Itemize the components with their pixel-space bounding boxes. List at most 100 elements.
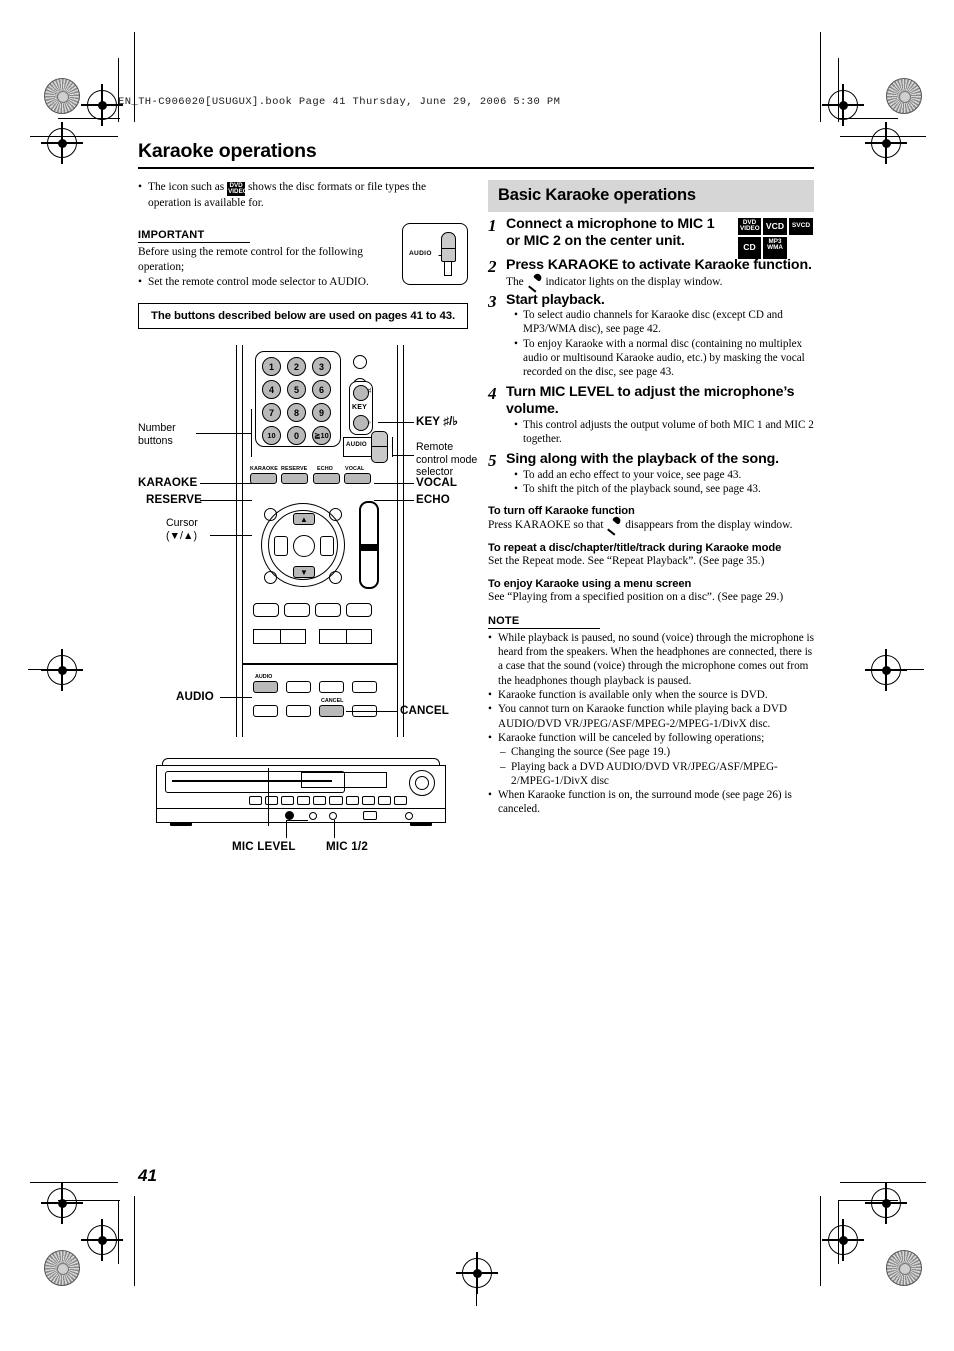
mic-2-jack[interactable] — [329, 812, 337, 821]
crop-mark-bottom-center-v — [476, 1286, 478, 1306]
number-button-8[interactable]: 8 — [287, 403, 306, 423]
wide-button-right[interactable] — [319, 629, 372, 645]
dvd-video-inline-line2: VIDEO — [228, 188, 248, 195]
number-button-3[interactable]: 3 — [312, 357, 331, 377]
callout-remote-mode-selector: Remote control mode selector — [416, 441, 477, 479]
number-button-over-10[interactable]: ≧10 — [312, 426, 331, 446]
important-block: IMPORTANT Before using the remote contro… — [138, 223, 468, 289]
callout-audio-button: AUDIO — [176, 690, 214, 704]
note-item-1: • While playback is paused, no sound (voi… — [488, 631, 814, 688]
audio-selector-label: AUDIO — [409, 250, 432, 258]
echo-button[interactable] — [313, 473, 340, 485]
bottom-button-2d[interactable] — [352, 705, 377, 718]
mic-head — [532, 272, 543, 282]
registration-mark-bottom-left-2 — [41, 1182, 83, 1224]
front-panel-button[interactable] — [361, 796, 375, 806]
wide-button-left[interactable] — [253, 629, 306, 645]
number-button-4[interactable]: 4 — [262, 380, 281, 400]
step-2-note: The indicator lights on the display wind… — [506, 272, 814, 293]
mp3-line2: WMA — [767, 244, 783, 252]
step-4-bullets: • This control adjusts the output volume … — [506, 418, 814, 446]
headphone-jack[interactable] — [405, 812, 413, 821]
note-item-5: • When Karaoke function is on, the surrou… — [488, 788, 814, 817]
mp3-wma-icon: MP3 WMA — [763, 236, 787, 259]
cd-icon: CD — [738, 236, 761, 259]
number-buttons-group: 1 2 3 4 5 6 7 8 9 10 0 ≧10 — [255, 351, 341, 448]
callout-number-buttons-line1: Number — [138, 422, 176, 435]
display-window — [301, 772, 387, 789]
audio-button-label: AUDIO — [255, 674, 273, 681]
generic-button-1d[interactable] — [346, 603, 372, 618]
number-button-9[interactable]: 9 — [312, 403, 331, 423]
dvd-video-line2: VIDEO — [740, 225, 760, 233]
number-button-0[interactable]: 0 — [287, 426, 306, 446]
volume-rocker[interactable] — [359, 501, 379, 590]
bottom-button-2a[interactable] — [253, 705, 278, 718]
registration-mark-bottom-center — [456, 1252, 498, 1294]
step-4: 4 Turn MIC LEVEL to adjust the microphon… — [488, 384, 814, 446]
number-button-1[interactable]: 1 — [262, 357, 281, 377]
front-panel-button[interactable] — [329, 796, 343, 806]
number-button-7[interactable]: 7 — [262, 403, 281, 423]
front-panel-button[interactable] — [297, 796, 311, 806]
cancel-button[interactable] — [319, 705, 344, 718]
audio-button[interactable] — [253, 681, 278, 694]
bullet-dot-icon: • — [488, 688, 492, 701]
note-item-2: • Karaoke function is available only when… — [488, 688, 814, 702]
generic-button-1a[interactable] — [253, 603, 279, 618]
crop-mark-bottom-right-h — [840, 1182, 926, 1184]
number-button-6[interactable]: 6 — [312, 380, 331, 400]
number-button-5[interactable]: 5 — [287, 380, 306, 400]
mic-level-knob[interactable] — [285, 811, 294, 821]
page-title: Karaoke operations — [138, 140, 317, 162]
volume-knob[interactable] — [409, 770, 435, 797]
bottom-button-1d[interactable] — [352, 681, 377, 694]
bullet-dot-icon: • — [488, 789, 492, 802]
bottom-button-1b[interactable] — [286, 681, 311, 694]
bullet-dot-icon: • — [514, 418, 518, 431]
cursor-down-button[interactable]: ▼ — [293, 566, 315, 579]
mic-1-jack[interactable] — [309, 812, 317, 821]
generic-button-1b[interactable] — [284, 603, 310, 618]
step-5-number: 5 — [488, 451, 497, 471]
leader-mic12-v — [334, 820, 336, 839]
disc-icons-row-1: DVD VIDEO VCD SVCD — [738, 218, 816, 235]
crop-mark-top-right-h2 — [838, 118, 898, 120]
note-list: • While playback is paused, no sound (voi… — [488, 631, 814, 746]
remote-mode-selector-switch[interactable] — [371, 431, 388, 464]
bottom-button-1c[interactable] — [319, 681, 344, 694]
corner-button-top-left[interactable] — [264, 508, 277, 522]
cursor-left-button[interactable] — [274, 536, 288, 557]
registration-mark-bottom-right-2 — [865, 1182, 907, 1224]
step-5-bullet-1: • To add an echo effect to your voice, se… — [506, 468, 814, 482]
front-panel-button[interactable] — [345, 796, 359, 806]
front-panel-button[interactable] — [313, 796, 327, 806]
step-4-bullet-1-text: This control adjusts the output volume o… — [523, 418, 814, 445]
karaoke-button[interactable] — [250, 473, 277, 485]
front-panel-button[interactable] — [393, 796, 407, 806]
reserve-button[interactable] — [281, 473, 308, 485]
cursor-right-button[interactable] — [320, 536, 334, 557]
vocal-button[interactable] — [344, 473, 371, 485]
bottom-button-2b[interactable] — [286, 705, 311, 718]
front-panel-button[interactable] — [281, 796, 295, 806]
center-unit-body — [156, 758, 446, 827]
registration-mark-top-right — [822, 84, 864, 126]
number-button-10[interactable]: 10 — [262, 426, 281, 446]
crop-mark-top-right-v2 — [838, 58, 840, 122]
front-panel-button[interactable] — [249, 796, 263, 806]
disc-icons-row-2: CD MP3 WMA — [738, 236, 816, 259]
bullet-dot-icon: • — [514, 337, 518, 350]
important-body: Before using the remote control for the … — [138, 246, 363, 273]
step-5-bullet-2-text: To shift the pitch of the playback sound… — [523, 482, 761, 495]
generic-button-1c[interactable] — [315, 603, 341, 618]
front-panel-button[interactable] — [377, 796, 391, 806]
volume-rocker-divider — [359, 544, 379, 552]
switch-body — [441, 232, 456, 263]
key-flat-button[interactable] — [353, 415, 369, 432]
number-button-2[interactable]: 2 — [287, 357, 306, 377]
aux-connector[interactable] — [363, 811, 377, 821]
cursor-control-group: ▲ ▼ — [261, 503, 345, 588]
cursor-up-button[interactable]: ▲ — [293, 513, 315, 526]
callout-mode-line1: Remote — [416, 441, 454, 454]
